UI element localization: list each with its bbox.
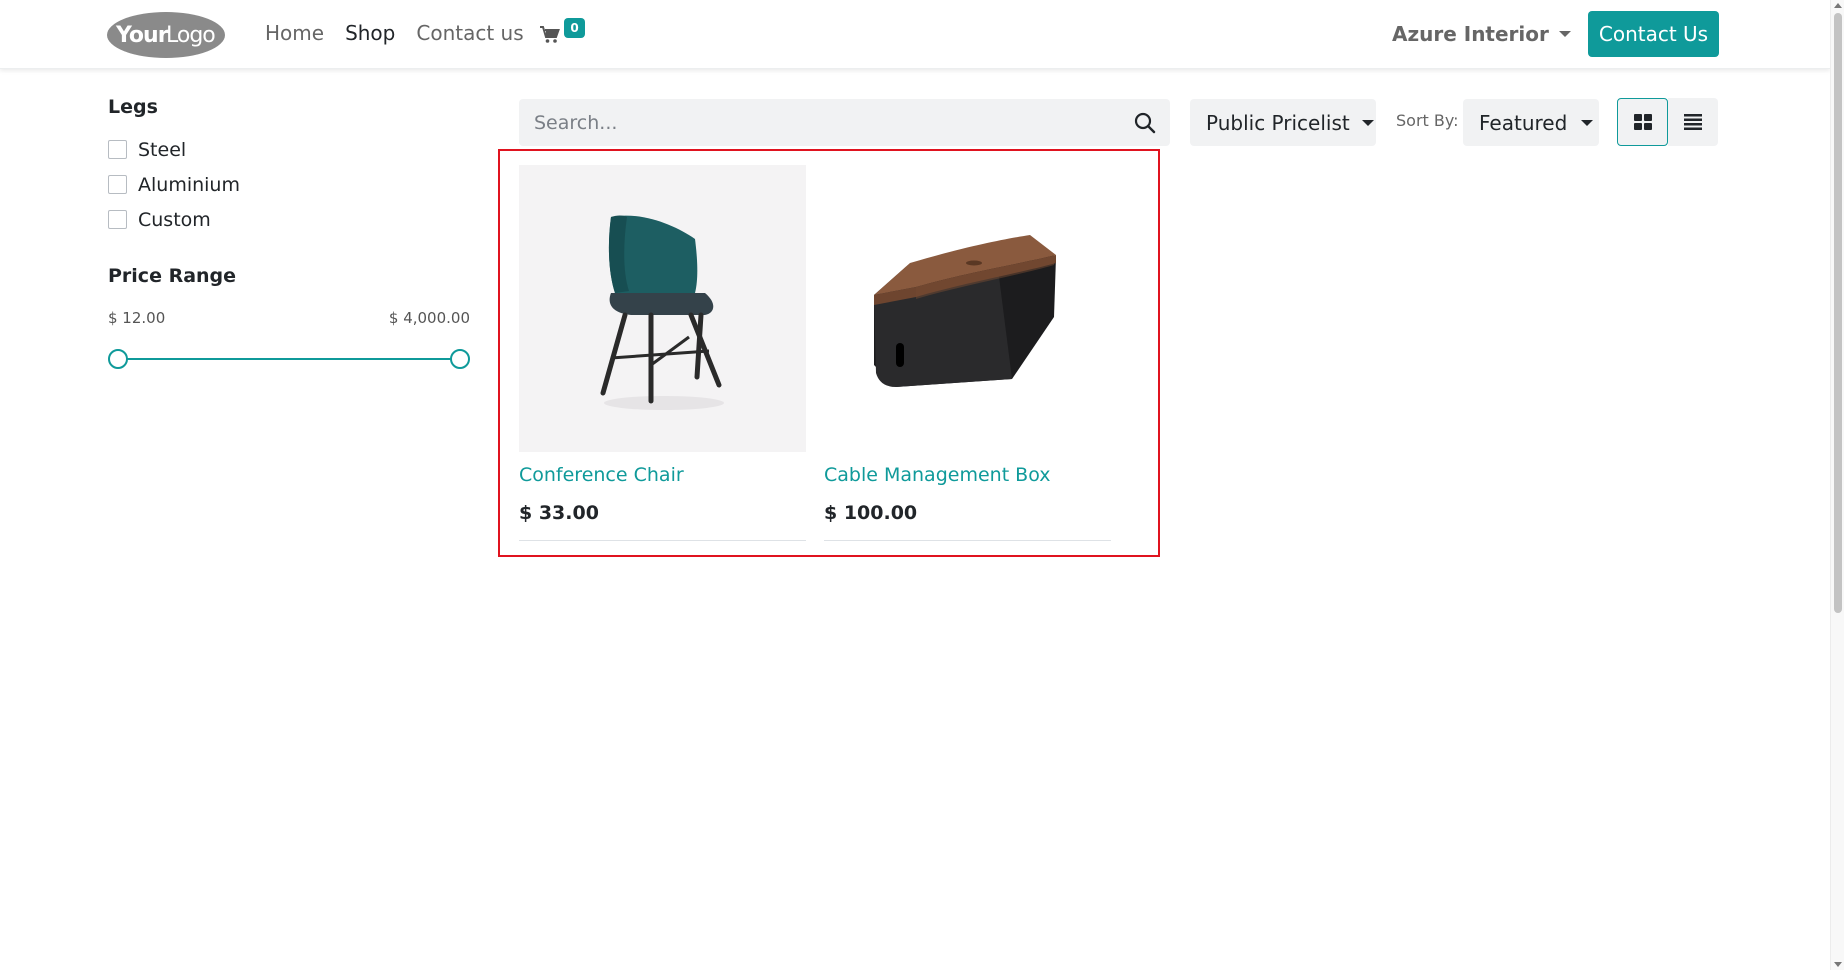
- product-card: Cable Management Box $ 100.00: [824, 165, 1111, 541]
- price-range-slider[interactable]: [108, 347, 470, 371]
- chevron-down-icon: [1558, 31, 1571, 37]
- list-icon: [1684, 114, 1702, 130]
- slider-min-handle[interactable]: [108, 349, 128, 369]
- filter-option-aluminium[interactable]: Aluminium: [108, 167, 470, 202]
- cable-box-image: [824, 165, 1111, 452]
- filter-option-label: Steel: [138, 138, 187, 161]
- chevron-down-icon: [1581, 119, 1594, 126]
- legs-filter-options: Steel Aluminium Custom: [108, 132, 470, 237]
- main-nav: Home Shop Contact us: [265, 21, 524, 45]
- product-card: Conference Chair $ 33.00: [519, 165, 806, 541]
- checkbox[interactable]: [108, 140, 127, 159]
- pricelist-dropdown[interactable]: Public Pricelist: [1190, 99, 1376, 146]
- legs-filter-title: Legs: [108, 96, 158, 118]
- filter-option-label: Custom: [138, 208, 211, 231]
- filter-option-label: Aluminium: [138, 173, 240, 196]
- slider-max-handle[interactable]: [450, 349, 470, 369]
- search-icon: [1134, 112, 1156, 133]
- scroll-up-arrow-icon[interactable]: [1834, 3, 1842, 8]
- contact-us-button[interactable]: Contact Us: [1588, 11, 1719, 57]
- product-price: $ 100.00: [824, 502, 918, 524]
- product-name-link[interactable]: Conference Chair: [519, 464, 806, 486]
- sort-dropdown[interactable]: Featured: [1463, 99, 1599, 146]
- cart-link[interactable]: 0: [540, 18, 588, 48]
- product-image[interactable]: [519, 165, 806, 452]
- search-button[interactable]: [1120, 99, 1170, 146]
- nav-home[interactable]: Home: [265, 21, 324, 45]
- page-scrollbar[interactable]: [1830, 0, 1844, 970]
- svg-text:Logo: Logo: [166, 23, 215, 48]
- svg-text:Your: Your: [115, 23, 169, 48]
- slider-track: [118, 358, 460, 360]
- filter-option-custom[interactable]: Custom: [108, 202, 470, 237]
- filter-option-steel[interactable]: Steel: [108, 132, 470, 167]
- grid-icon: [1633, 114, 1652, 130]
- product-name-link[interactable]: Cable Management Box: [824, 464, 1111, 486]
- brand-logo[interactable]: Your Logo: [106, 9, 226, 59]
- product-search: [519, 99, 1170, 146]
- product-image[interactable]: [824, 165, 1111, 452]
- nav-shop[interactable]: Shop: [345, 21, 395, 45]
- account-dropdown[interactable]: Azure Interior: [1392, 22, 1571, 46]
- sort-value: Featured: [1479, 110, 1568, 135]
- price-min-label: $ 12.00: [108, 309, 166, 327]
- pricelist-label: Public Pricelist: [1206, 110, 1350, 135]
- cart-count-badge: 0: [564, 18, 585, 38]
- site-header: Your Logo Home Shop Contact us 0 Azure I…: [0, 0, 1830, 69]
- filter-sidebar: Legs Steel Aluminium Custom Price Range …: [108, 96, 470, 371]
- account-name: Azure Interior: [1392, 22, 1549, 46]
- divider: [824, 540, 1111, 541]
- sort-by-label: Sort By:: [1396, 111, 1459, 130]
- list-view-button[interactable]: [1668, 98, 1718, 146]
- search-input[interactable]: [519, 99, 1120, 146]
- chevron-down-icon: [1361, 119, 1374, 126]
- checkbox[interactable]: [108, 210, 127, 229]
- scrollbar-thumb[interactable]: [1834, 13, 1842, 613]
- product-price: $ 33.00: [519, 502, 599, 524]
- grid-view-button[interactable]: [1617, 98, 1668, 146]
- price-range-title: Price Range: [108, 265, 237, 287]
- price-max-label: $ 4,000.00: [388, 309, 470, 327]
- nav-contact-us[interactable]: Contact us: [416, 21, 523, 45]
- shopping-cart-icon: [540, 26, 560, 43]
- scroll-down-arrow-icon[interactable]: [1834, 962, 1842, 967]
- price-range-labels: $ 12.00 $ 4,000.00: [108, 309, 470, 327]
- checkbox[interactable]: [108, 175, 127, 194]
- chair-image: [519, 165, 806, 452]
- divider: [519, 540, 806, 541]
